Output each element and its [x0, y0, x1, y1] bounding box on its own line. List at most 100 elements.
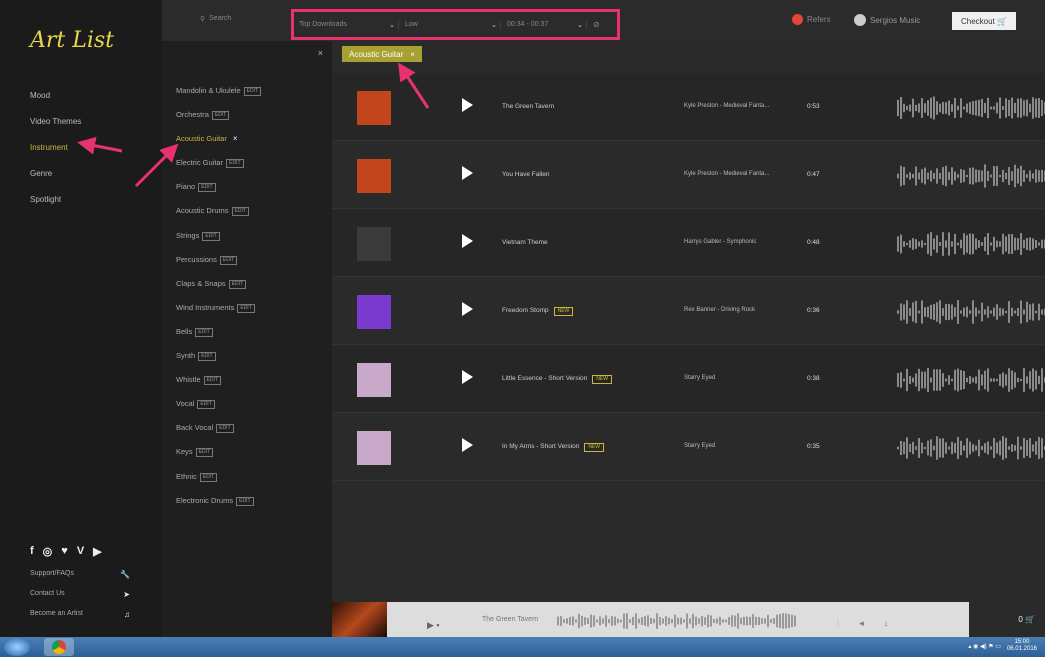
track-artist[interactable]: Kyle Preston - Medieval Fanta... [684, 103, 769, 109]
track-title[interactable]: In My Arms - Short Version NEW [502, 443, 604, 452]
twitter-icon[interactable]: ♥ [61, 545, 68, 558]
instagram-icon[interactable]: ◎ [43, 545, 53, 558]
instrument-item[interactable]: Mandolin & Ukulele EDIT [176, 86, 262, 110]
search-input[interactable]: ⚲ Search [200, 15, 231, 23]
track-waveform[interactable] [897, 435, 1045, 461]
instrument-item[interactable]: Electric Guitar EDIT [176, 158, 261, 182]
waveform-bar [921, 169, 923, 183]
instrument-item[interactable]: Orchestra EDIT [176, 110, 261, 134]
instrument-item[interactable]: Ethnic EDIT [176, 472, 261, 496]
instrument-item[interactable]: Acoustic Drums EDIT [176, 206, 261, 230]
close-icon[interactable]: × [233, 134, 238, 143]
youtube-icon[interactable]: ▶ [93, 545, 101, 558]
footer-link-become-artist[interactable]: Become an Artist ♫ [30, 610, 130, 630]
user-menu[interactable]: Sergios Music [854, 14, 920, 26]
sort-select[interactable]: Top Downloads ⌄ [299, 20, 399, 29]
play-icon[interactable] [462, 166, 473, 180]
instrument-item[interactable]: Electronic Drums EDIT [176, 496, 261, 520]
waveform-bar [921, 442, 923, 454]
track-title[interactable]: The Green Tavern [502, 103, 554, 110]
clock[interactable]: 15:00 06.01.2016 [1007, 639, 1037, 653]
nav-item-spotlight[interactable]: Spotlight [30, 193, 81, 219]
download-icon[interactable]: ↓ [884, 618, 889, 629]
track-artist[interactable]: Harrys Gabler - Symphonic [684, 239, 756, 245]
instrument-item[interactable]: Vocal EDIT [176, 399, 261, 423]
cart-button[interactable]: 0 🛒 [969, 602, 1045, 637]
track-row[interactable]: You Have Fallen Kyle Preston - Medieval F… [332, 141, 1045, 209]
track-cover[interactable] [357, 431, 391, 465]
filter-icon[interactable]: ⫶ [837, 618, 839, 629]
instrument-item[interactable]: Back Vocal EDIT [176, 423, 261, 447]
footer-link-contact[interactable]: Contact Us ➤ [30, 590, 130, 610]
track-waveform[interactable] [897, 367, 1045, 393]
vimeo-icon[interactable]: V [77, 545, 84, 558]
chrome-taskbar-button[interactable] [44, 638, 74, 656]
instrument-badge: EDIT [219, 255, 238, 265]
track-title[interactable]: Freedom Stomp NEW [502, 307, 574, 316]
level-select[interactable]: Low ⌄ [405, 20, 501, 29]
instrument-badge: EDIT [226, 159, 244, 169]
track-artist[interactable]: Starry Eyed [684, 375, 715, 381]
instrument-item[interactable]: Synth EDIT [176, 351, 261, 375]
instrument-item[interactable]: Acoustic Guitar × [176, 134, 261, 158]
instrument-item[interactable]: Bells EDIT [176, 327, 261, 351]
instrument-item[interactable]: Claps & Snaps EDIT [176, 279, 261, 303]
waveform-bar [1026, 301, 1028, 323]
active-filter-tag[interactable]: Acoustic Guitar × [342, 46, 422, 62]
instrument-item[interactable]: Percussions EDIT [176, 255, 261, 279]
track-waveform[interactable] [897, 95, 1045, 121]
player-waveform[interactable] [557, 612, 797, 630]
windows-start-icon[interactable] [4, 638, 30, 656]
checkout-button[interactable]: Checkout 🛒 [952, 12, 1016, 30]
waveform-bar [924, 446, 926, 450]
play-icon[interactable] [462, 98, 473, 112]
instrument-item[interactable]: Wind Instruments EDIT [176, 303, 261, 327]
track-row[interactable]: Vietnam Theme Harrys Gabler - Symphonic 0:… [332, 209, 1045, 277]
instrument-item[interactable]: Piano EDIT [176, 182, 261, 206]
nav-item-mood[interactable]: Mood [30, 89, 81, 115]
track-artist[interactable]: Starry Eyed [684, 443, 715, 449]
track-waveform[interactable] [897, 231, 1045, 257]
play-icon[interactable] [462, 234, 473, 248]
track-title[interactable]: Little Essence - Short Version NEW [502, 375, 612, 384]
nav-item-genre[interactable]: Genre [30, 167, 81, 193]
track-artist[interactable]: Kyle Preston - Medieval Fanta... [684, 171, 769, 177]
track-cover[interactable] [357, 91, 391, 125]
tray-icons[interactable]: ▴ ◉ ◀) ⚑ ▭ [968, 643, 1001, 650]
track-cover[interactable] [357, 227, 391, 261]
waveform-bar [906, 368, 908, 392]
nav-item-video-themes[interactable]: Video Themes [30, 115, 81, 141]
track-cover[interactable] [357, 363, 391, 397]
track-waveform[interactable] [897, 299, 1045, 325]
track-row[interactable]: Little Essence - Short Version NEW Starry … [332, 345, 1045, 413]
waveform-bar [1032, 97, 1034, 119]
play-icon[interactable] [462, 370, 473, 384]
track-waveform[interactable] [897, 163, 1045, 189]
close-icon[interactable]: × [410, 50, 415, 59]
search-icon: ⚲ [200, 16, 206, 23]
track-row[interactable]: In My Arms - Short Version NEW Starry Eyed… [332, 413, 1045, 481]
footer-link-support[interactable]: Support/FAQs 🔧 [30, 570, 130, 590]
refers-link[interactable]: Refers [792, 14, 831, 25]
track-title[interactable]: Vietnam Theme [502, 239, 548, 246]
track-row[interactable]: Freedom Stomp NEW Rex Banner - Driving Roc… [332, 277, 1045, 345]
track-cover[interactable] [357, 295, 391, 329]
instrument-item[interactable]: Whistle EDIT [176, 375, 261, 399]
duration-select[interactable]: 00:34 - 00:37 ⌄ [507, 20, 587, 29]
track-title[interactable]: You Have Fallen [502, 171, 549, 178]
volume-icon[interactable]: ◂ [859, 618, 864, 629]
nav-item-instrument[interactable]: Instrument [30, 141, 81, 167]
play-icon[interactable] [462, 438, 473, 452]
instrument-item[interactable]: Strings EDIT [176, 231, 261, 255]
track-row[interactable]: The Green Tavern Kyle Preston - Medieval … [332, 73, 1045, 141]
close-icon[interactable]: × [318, 48, 323, 58]
waveform-bar [975, 445, 977, 451]
clear-filter-icon[interactable]: ⊘ [593, 20, 600, 29]
track-cover[interactable] [357, 159, 391, 193]
play-icon[interactable]: ▶ ▪ [427, 620, 440, 631]
play-icon[interactable] [462, 302, 473, 316]
instrument-item[interactable]: Keys EDIT [176, 447, 261, 471]
track-artist[interactable]: Rex Banner - Driving Rock [684, 307, 755, 313]
logo[interactable]: Art List [30, 28, 114, 53]
facebook-icon[interactable]: f [30, 545, 34, 558]
